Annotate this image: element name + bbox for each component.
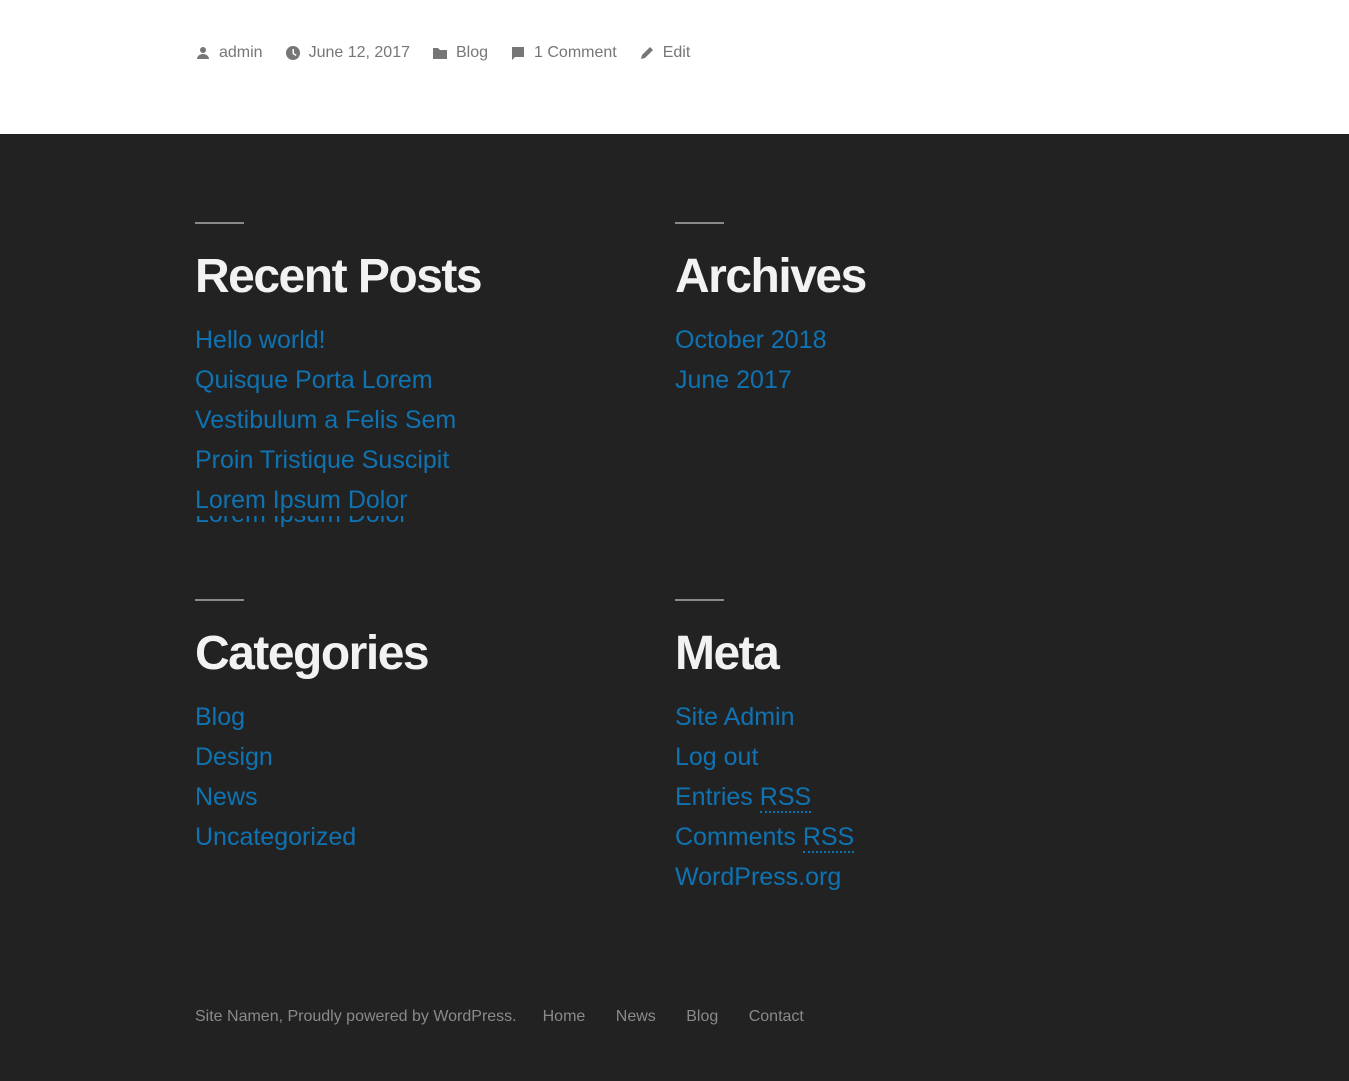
footer-nav: Home News Blog Contact (543, 1008, 830, 1026)
comments-meta[interactable]: 1 Comment (510, 44, 617, 62)
archive-link[interactable]: June 2017 (675, 360, 1095, 400)
comments-link[interactable]: 1 Comment (534, 44, 617, 62)
date-meta[interactable]: June 12, 2017 (285, 44, 410, 62)
rss-abbr: RSS (759, 783, 812, 813)
widget-divider (195, 222, 244, 224)
widget-title: Meta (675, 627, 780, 680)
edit-meta[interactable]: Edit (639, 44, 691, 62)
author-meta[interactable]: admin (195, 44, 263, 62)
comments-label: Comments (675, 823, 796, 851)
comments-rss-link[interactable]: Comments RSS (675, 817, 1095, 857)
footer-nav-home[interactable]: Home (543, 1008, 586, 1025)
widget-title: Recent Posts (195, 250, 483, 303)
entries-rss-link[interactable]: Entries RSS (675, 777, 1095, 817)
clipped-recent-post: Lorem Ipsum Dolor (195, 516, 495, 532)
pencil-icon (640, 47, 653, 59)
recent-post-link[interactable]: Hello world! (195, 320, 615, 360)
widget-archives: Archives October 2018 June 2017 (675, 222, 1095, 400)
recent-post-link[interactable]: Vestibulum a Felis Sem (195, 400, 615, 440)
widget-categories: Categories Blog Design News Uncategorize… (195, 599, 615, 857)
category-link[interactable]: Design (195, 737, 615, 777)
widget-recent-posts: Recent Posts Hello world! Quisque Porta … (195, 222, 615, 520)
category-link[interactable]: Uncategorized (195, 817, 615, 857)
category-link[interactable]: Blog (195, 697, 615, 737)
clock-icon (285, 46, 300, 60)
widget-divider (195, 599, 244, 601)
footer-nav-contact[interactable]: Contact (749, 1008, 804, 1025)
categories-list: Blog Design News Uncategorized (195, 697, 615, 857)
widget-title: Archives (675, 250, 867, 303)
comment-icon (512, 47, 525, 60)
recent-post-link[interactable]: Proin Tristique Suscipit (195, 440, 615, 480)
log-out-link[interactable]: Log out (675, 737, 1095, 777)
footer-nav-news[interactable]: News (616, 1008, 656, 1025)
folder-icon (433, 48, 447, 59)
site-admin-link[interactable]: Site Admin (675, 697, 1095, 737)
recent-post-link[interactable]: Lorem Ipsum Dolor (195, 480, 615, 520)
author-link[interactable]: admin (219, 44, 263, 62)
clipped-recent-post-text[interactable]: Lorem Ipsum Dolor (195, 516, 495, 532)
footer-nav-blog[interactable]: Blog (686, 1008, 718, 1025)
entries-label: Entries (675, 783, 753, 811)
category-meta[interactable]: Blog (432, 44, 488, 62)
widget-title: Categories (195, 627, 430, 680)
site-credit[interactable]: Site Namen, Proudly powered by WordPress… (195, 1008, 517, 1026)
category-link[interactable]: News (195, 777, 615, 817)
archives-list: October 2018 June 2017 (675, 320, 1095, 400)
widget-meta: Meta Site Admin Log out Entries RSS Comm… (675, 599, 1095, 897)
post-footer: admin June 12, 2017 Blog 1 Comment Edit (0, 0, 1349, 134)
date-link[interactable]: June 12, 2017 (309, 44, 410, 62)
archive-link[interactable]: October 2018 (675, 320, 1095, 360)
category-link[interactable]: Blog (456, 44, 488, 62)
widget-divider (675, 599, 724, 601)
wordpress-org-link[interactable]: WordPress.org (675, 857, 1095, 897)
recent-post-link[interactable]: Quisque Porta Lorem (195, 360, 615, 400)
edit-link[interactable]: Edit (663, 44, 691, 62)
person-icon (197, 47, 209, 59)
rss-abbr: RSS (802, 823, 855, 853)
site-info: Site Namen, Proudly powered by WordPress… (195, 1008, 830, 1026)
meta-list: Site Admin Log out Entries RSS Comments … (675, 697, 1095, 897)
entry-meta: admin June 12, 2017 Blog 1 Comment Edit (195, 44, 712, 62)
recent-posts-list: Hello world! Quisque Porta Lorem Vestibu… (195, 320, 615, 520)
widget-divider (675, 222, 724, 224)
site-footer: Recent Posts Hello world! Quisque Porta … (0, 134, 1349, 1081)
